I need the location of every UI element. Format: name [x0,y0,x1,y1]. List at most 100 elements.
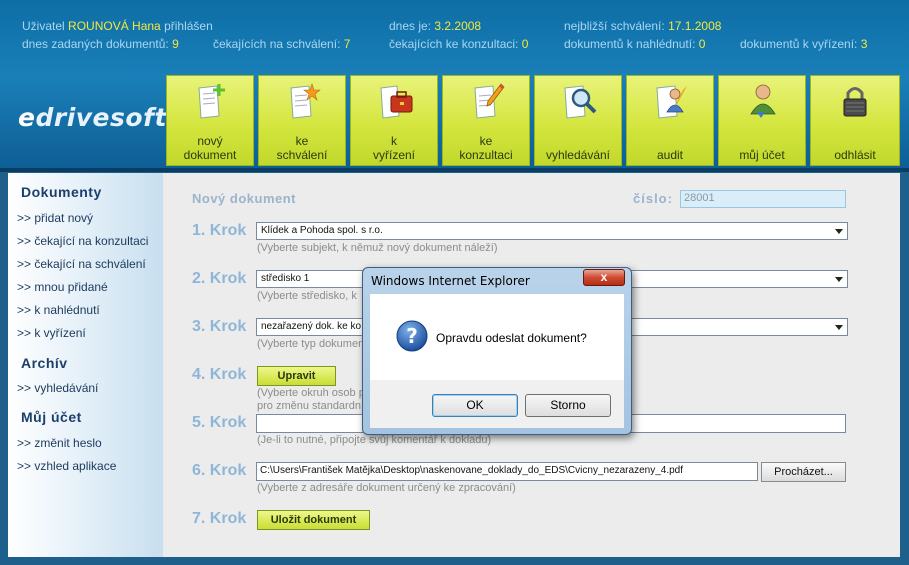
sidebar: Dokumenty >> přidat nový >> čekající na … [8,173,163,557]
app-header: Uživatel ROUNOVÁ Hana přihlášen dnes je:… [0,0,909,172]
sidebar-heading-documents: Dokumenty [21,184,102,200]
save-document-button[interactable]: Uložit dokument [257,510,370,530]
chevron-down-icon [835,229,843,234]
to-view-value: 0 [698,37,706,51]
waiting-approval-count: čekajících na schválení: 7 [213,37,350,51]
close-icon: x [600,270,608,284]
to-view-count: dokumentů k nahlédnutí: 0 [564,37,705,51]
sidebar-item-waiting-approval[interactable]: >> čekající na schválení [17,257,146,271]
browse-button[interactable]: Procházet... [761,462,846,482]
sidebar-item-archive-search[interactable]: >> vyhledávání [17,381,98,395]
close-button[interactable]: x [583,269,625,286]
sidebar-item-change-password[interactable]: >> změnit heslo [17,436,102,450]
to-settle-label: dokumentů k vyřízení: [740,37,858,51]
waiting-consult-value: 0 [521,37,529,51]
document-type-select-value: nezařazený dok. ke ko [261,321,362,332]
date-value: 3.2.2008 [434,19,482,33]
step-7-label: 7. Krok [192,510,247,527]
logo-part-b: drivesoft [35,103,167,132]
audit-icon [656,85,687,119]
chevron-down-icon [835,325,843,330]
toolbar-label-line2: vyhledávání [545,148,611,162]
toolbar-label-line2: můj účet [739,148,785,162]
step-5-hint: (Je-li to nutné, připojte svůj komentář … [257,434,492,446]
dialog-message: Opravdu odeslat dokument? [436,331,587,345]
cancel-button[interactable]: Storno [525,394,611,417]
sidebar-item-added-by-me[interactable]: >> mnou přidané [17,280,108,294]
dialog-body: ? Opravdu odeslat dokument? [370,294,624,380]
step-3-hint: (Vyberte typ dokumen [257,338,365,350]
step-1-label: 1. Krok [192,222,247,239]
step-2-label: 2. Krok [192,270,247,287]
header-divider [0,168,909,172]
toolbar-label-line2: konzultaci [459,148,513,162]
step-4-hint-line1: (Vyberte okruh osob p [257,387,365,399]
toolbar-label-line2: odhlásit [834,148,876,162]
toolbar-logout[interactable]: odhlásit [810,75,900,166]
toolbar-my-account[interactable]: můj účet [718,75,806,166]
confirm-dialog: Windows Internet Explorer x ? Opravdu od… [362,267,632,435]
toolbar-label-line2: audit [656,148,684,162]
waiting-consult-count: čekajících ke konzultaci: 0 [389,37,528,51]
step-5-label: 5. Krok [192,414,247,431]
toolbar-search[interactable]: vyhledávání [534,75,622,166]
sidebar-item-to-settle[interactable]: >> k vyřízení [17,326,86,340]
waiting-consult-label: čekajících ke konzultaci: [389,37,519,51]
logo-part-a: e [18,103,36,132]
user-name: ROUNOVÁ Hana [68,19,161,33]
waiting-approval-label: čekajících na schválení: [213,37,341,51]
step-6-label: 6. Krok [192,462,247,479]
step-3-label: 3. Krok [192,318,247,335]
to-settle-count: dokumentů k vyřízení: 3 [740,37,867,51]
toolbar-label-line1: ke [295,134,309,148]
nearest-value: 17.1.2008 [668,19,722,33]
toolbar-label-line1: nový [197,134,223,148]
edit-recipients-button[interactable]: Upravit [257,366,336,386]
user-label: Uživatel [22,19,65,33]
toolbar-to-settle[interactable]: k vyřízení [350,75,438,166]
toolbar-label-line2: dokument [183,148,237,162]
number-label: číslo: [633,191,673,206]
user-icon [750,84,776,118]
to-settle-value: 3 [860,37,868,51]
ok-button[interactable]: OK [432,394,518,417]
toolbar-audit[interactable]: audit [626,75,714,166]
toolbar-for-consultation[interactable]: ke konzultaci [442,75,530,166]
entered-value: 9 [172,37,179,51]
star-document-icon [290,83,321,119]
edrivesoft-logo: edrivesoft [18,103,167,132]
subject-select[interactable]: Klídek a Pohoda spol. s r.o. [256,222,848,240]
toolbar-label-line2: vyřízení [372,148,415,162]
toolbar-new-document[interactable]: nový dokument [166,75,254,166]
pencil-document-icon [474,83,505,119]
dialog-title: Windows Internet Explorer [371,274,530,288]
date-label: dnes je: [389,19,432,33]
nearest-approval: nejbližší schválení: 17.1.2008 [564,19,721,33]
sidebar-item-add-new[interactable]: >> přidat nový [17,211,93,225]
nearest-label: nejbližší schválení: [564,19,665,33]
step-6-hint: (Vyberte z adresáře dokument určený ke z… [257,482,516,494]
form-title: Nový dokument [192,191,297,206]
question-icon: ? [396,320,428,352]
sidebar-item-waiting-consultation[interactable]: >> čekající na konzultaci [17,234,148,248]
dialog-footer: OK Storno [370,380,624,428]
to-view-label: dokumentů k nahlédnutí: [564,37,696,51]
number-field[interactable]: 28001 [680,190,846,208]
toolbar-label-line1: ke [479,134,493,148]
user-status: Uživatel ROUNOVÁ Hana přihlášen [22,19,213,33]
center-select-value: středisko 1 [261,273,310,284]
sidebar-item-to-view[interactable]: >> k nahlédnutí [17,303,100,317]
step-1-hint: (Vyberte subjekt, k němuž nový dokument … [257,242,498,254]
sidebar-heading-account: Můj účet [21,409,82,425]
user-suffix: přihlášen [164,19,213,33]
toolbar-label-line1: k [391,134,397,148]
briefcase-icon [380,85,413,119]
toolbar-for-approval[interactable]: ke schválení [258,75,346,166]
waiting-approval-value: 7 [343,37,351,51]
toolbar-label-line2: schválení [276,148,328,162]
step-2-hint: (Vyberte středisko, k [257,290,357,302]
entered-label: dnes zadaných dokumentů: [22,37,169,51]
sidebar-heading-archive: Archív [21,355,68,371]
sidebar-item-appearance[interactable]: >> vzhled aplikace [17,459,116,473]
file-path-input[interactable]: C:\Users\František Matějka\Desktop\naske… [256,462,758,481]
